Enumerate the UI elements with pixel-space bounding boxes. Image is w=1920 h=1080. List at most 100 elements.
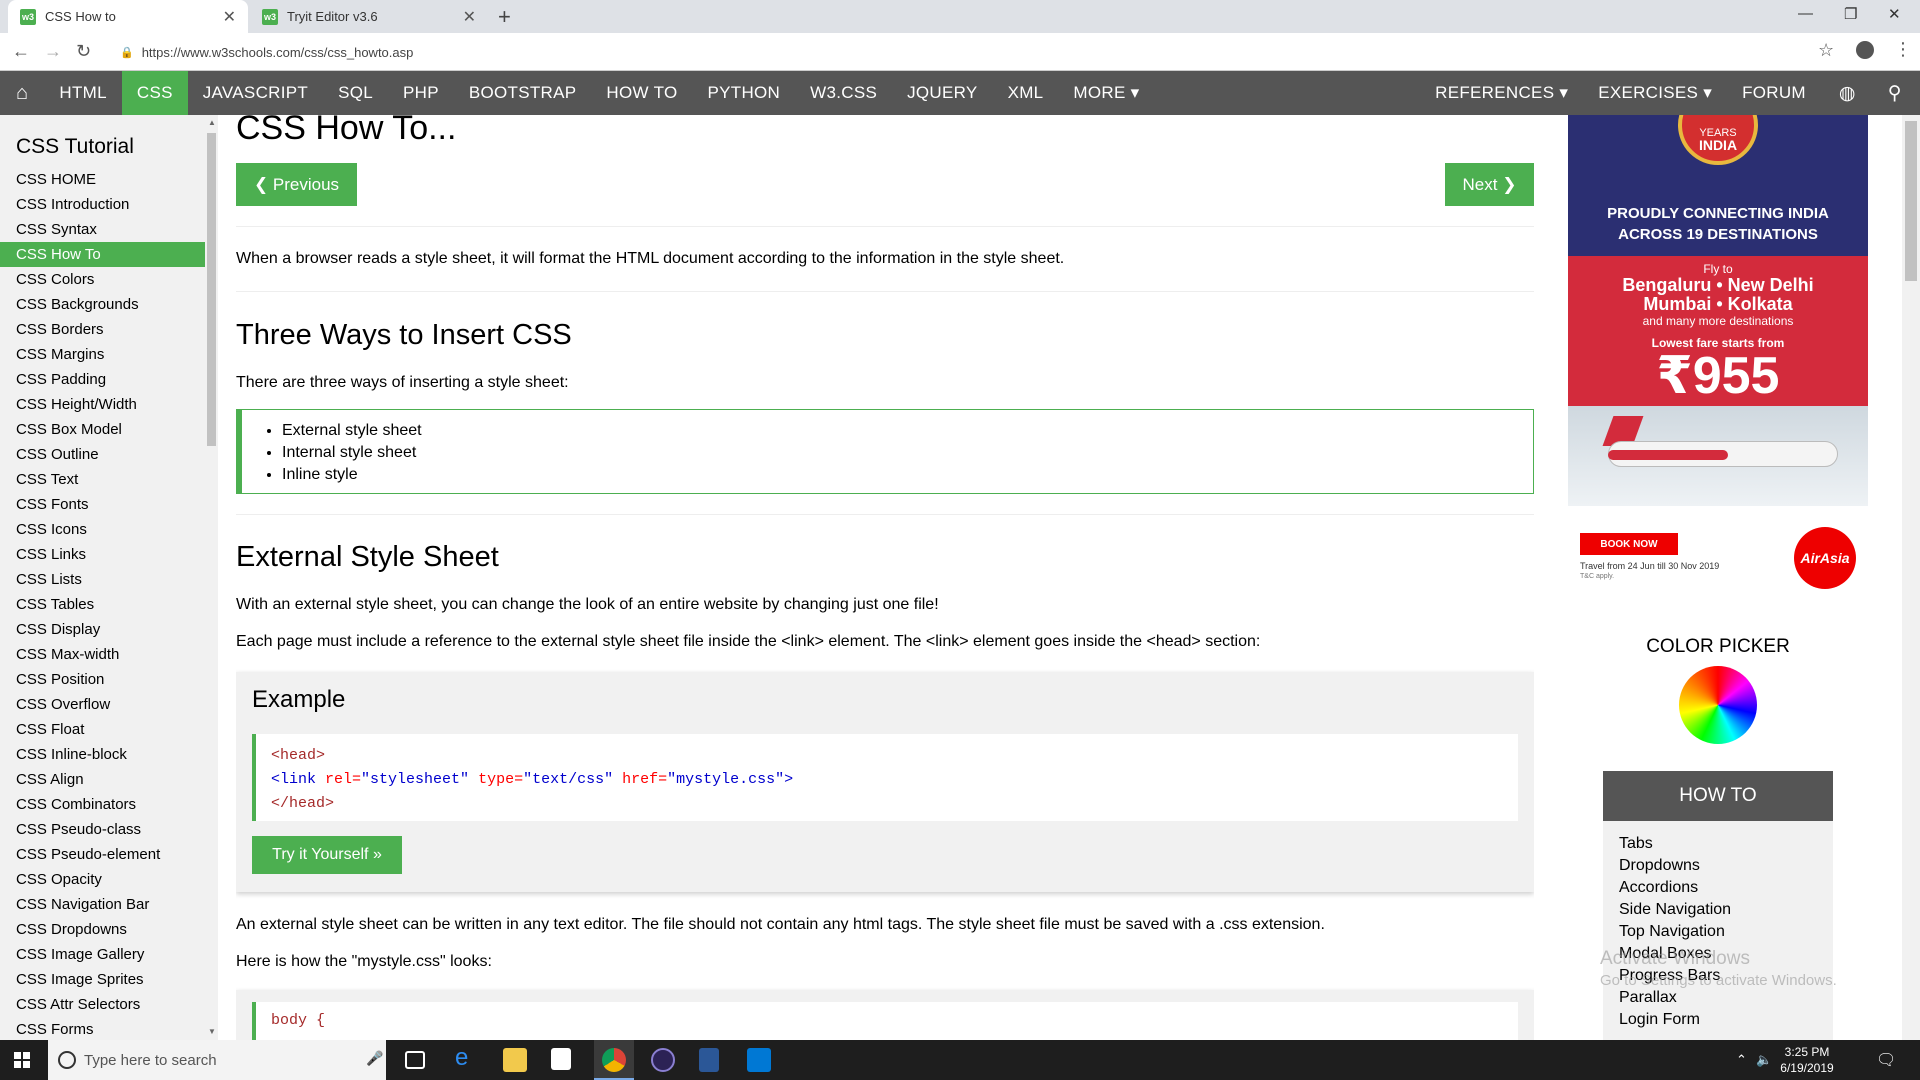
sidebar-item-css-max-width[interactable]: CSS Max-width [0,642,218,667]
eclipse-icon[interactable] [651,1048,675,1072]
sidebar-item-css-how-to[interactable]: CSS How To [0,242,218,267]
previous-button[interactable]: ❮ Previous [236,163,357,206]
sidebar-item-css-attr-selectors[interactable]: CSS Attr Selectors [0,992,218,1017]
sidebar-item-css-position[interactable]: CSS Position [0,667,218,692]
page-scrollbar-thumb[interactable] [1905,121,1917,281]
sidebar-item-css-box-model[interactable]: CSS Box Model [0,417,218,442]
nav-item-python[interactable]: PYTHON [692,71,795,115]
forward-arrow-icon[interactable]: → [44,41,62,62]
nav-item-xml[interactable]: XML [993,71,1059,115]
close-tab-icon[interactable]: ✕ [463,7,476,27]
sidebar-item-css-introduction[interactable]: CSS Introduction [0,192,218,217]
taskbar-clock[interactable]: 3:25 PM 6/19/2019 [1772,1044,1842,1076]
nav-item-sql[interactable]: SQL [323,71,388,115]
howto-item-side-navigation[interactable]: Side Navigation [1603,899,1833,921]
close-tab-icon[interactable]: ✕ [223,7,236,27]
sidebar-item-css-opacity[interactable]: CSS Opacity [0,867,218,892]
howto-item-top-navigation[interactable]: Top Navigation [1603,921,1833,943]
howto-item-login-form[interactable]: Login Form [1603,1009,1833,1031]
scroll-down-arrow-icon[interactable]: ▼ [208,1027,216,1036]
microphone-icon[interactable]: 🎤 [366,1050,383,1067]
search-icon[interactable]: ⚲ [1874,71,1920,115]
back-arrow-icon[interactable]: ← [12,41,30,62]
nav-item-howto[interactable]: HOW TO [591,71,692,115]
sidebar-item-css-align[interactable]: CSS Align [0,767,218,792]
browser-tab-css-howto[interactable]: w3 CSS How to ✕ [8,0,248,33]
sidebar-item-css-icons[interactable]: CSS Icons [0,517,218,542]
nav-item-more[interactable]: MORE ▾ [1058,71,1154,115]
vscode-icon[interactable] [747,1048,771,1072]
home-icon[interactable]: ⌂ [0,71,44,115]
nav-item-php[interactable]: PHP [388,71,454,115]
sidebar-item-css-combinators[interactable]: CSS Combinators [0,792,218,817]
nav-item-html[interactable]: HTML [44,71,121,115]
close-window-icon[interactable]: ✕ [1888,5,1901,23]
nav-item-javascript[interactable]: JAVASCRIPT [188,71,323,115]
howto-item-dropdowns[interactable]: Dropdowns [1603,855,1833,877]
color-wheel-icon[interactable] [1679,666,1757,744]
sidebar-item-css-text[interactable]: CSS Text [0,467,218,492]
chrome-icon[interactable] [602,1048,626,1072]
account-icon[interactable] [1856,41,1874,59]
file-explorer-icon[interactable] [503,1048,527,1072]
nav-item-exercises[interactable]: EXERCISES ▾ [1583,71,1727,115]
sidebar-item-css-height-width[interactable]: CSS Height/Width [0,392,218,417]
next-button[interactable]: Next ❯ [1445,163,1534,206]
sidebar-item-css-borders[interactable]: CSS Borders [0,317,218,342]
nav-item-css[interactable]: CSS [121,71,188,115]
sidebar-item-css-pseudo-element[interactable]: CSS Pseudo-element [0,842,218,867]
task-view-icon[interactable] [405,1051,425,1069]
sidebar-item-css-margins[interactable]: CSS Margins [0,342,218,367]
howto-item-parallax[interactable]: Parallax [1603,987,1833,1009]
word-document-icon[interactable] [699,1048,719,1072]
howto-item-accordions[interactable]: Accordions [1603,877,1833,899]
sidebar-item-css-pseudo-class[interactable]: CSS Pseudo-class [0,817,218,842]
taskbar-search-box[interactable]: Type here to search [48,1040,386,1080]
sidebar-item-css-links[interactable]: CSS Links [0,542,218,567]
browser-tab-tryit[interactable]: w3 Tryit Editor v3.6 ✕ [250,0,488,33]
try-it-yourself-button[interactable]: Try it Yourself » [252,836,402,874]
restore-icon[interactable]: ❐ [1844,5,1857,23]
sidebar-item-css-float[interactable]: CSS Float [0,717,218,742]
volume-icon[interactable]: 🔈 [1756,1052,1772,1068]
notifications-icon[interactable]: 🗨 [1876,1050,1896,1070]
minimize-icon[interactable]: — [1798,5,1813,22]
store-icon[interactable] [551,1048,571,1070]
sidebar-item-css-padding[interactable]: CSS Padding [0,367,218,392]
sidebar-item-css-backgrounds[interactable]: CSS Backgrounds [0,292,218,317]
sidebar-item-css-navigation-bar[interactable]: CSS Navigation Bar [0,892,218,917]
edge-icon[interactable]: e [455,1044,479,1071]
nav-item-forum[interactable]: FORUM [1727,71,1821,115]
sidebar-item-css-forms[interactable]: CSS Forms [0,1017,218,1040]
nav-item-bootstrap[interactable]: BOOTSTRAP [454,71,592,115]
nav-item-w3css[interactable]: W3.CSS [795,71,892,115]
bookmark-star-icon[interactable]: ☆ [1818,40,1834,61]
sidebar-item-css-overflow[interactable]: CSS Overflow [0,692,218,717]
nav-item-references[interactable]: REFERENCES ▾ [1420,71,1583,115]
howto-item-tabs[interactable]: Tabs [1603,833,1833,855]
nav-item-jquery[interactable]: JQUERY [892,71,992,115]
windows-start-icon[interactable] [14,1052,30,1068]
sidebar-item-css-inline-block[interactable]: CSS Inline-block [0,742,218,767]
airasia-advertisement[interactable]: YEARS INDIA PROUDLY CONNECTING INDIA ACR… [1568,115,1868,595]
url-field[interactable]: 🔒 https://www.w3schools.com/css/css_howt… [110,38,1810,66]
reload-icon[interactable]: ↻ [76,41,91,62]
sidebar-item-css-syntax[interactable]: CSS Syntax [0,217,218,242]
sidebar-item-css-image-gallery[interactable]: CSS Image Gallery [0,942,218,967]
sidebar-item-css-display[interactable]: CSS Display [0,617,218,642]
browser-menu-icon[interactable]: ⋮ [1894,39,1912,60]
scroll-up-arrow-icon[interactable]: ▲ [208,118,216,127]
sidebar-item-css-image-sprites[interactable]: CSS Image Sprites [0,967,218,992]
sidebar-item-css-lists[interactable]: CSS Lists [0,567,218,592]
sidebar-item-css-fonts[interactable]: CSS Fonts [0,492,218,517]
sidebar-scrollbar-thumb[interactable] [207,133,216,446]
sidebar-item-css-tables[interactable]: CSS Tables [0,592,218,617]
sidebar-item-css-colors[interactable]: CSS Colors [0,267,218,292]
tray-chevron-icon[interactable]: ⌃ [1736,1052,1747,1068]
globe-icon[interactable]: ◍ [1821,71,1874,115]
sidebar-item-css-outline[interactable]: CSS Outline [0,442,218,467]
sidebar-item-css-home[interactable]: CSS HOME [0,167,218,192]
sidebar-item-css-dropdowns[interactable]: CSS Dropdowns [0,917,218,942]
book-now-button[interactable]: BOOK NOW [1580,533,1678,555]
new-tab-icon[interactable]: + [498,4,511,30]
